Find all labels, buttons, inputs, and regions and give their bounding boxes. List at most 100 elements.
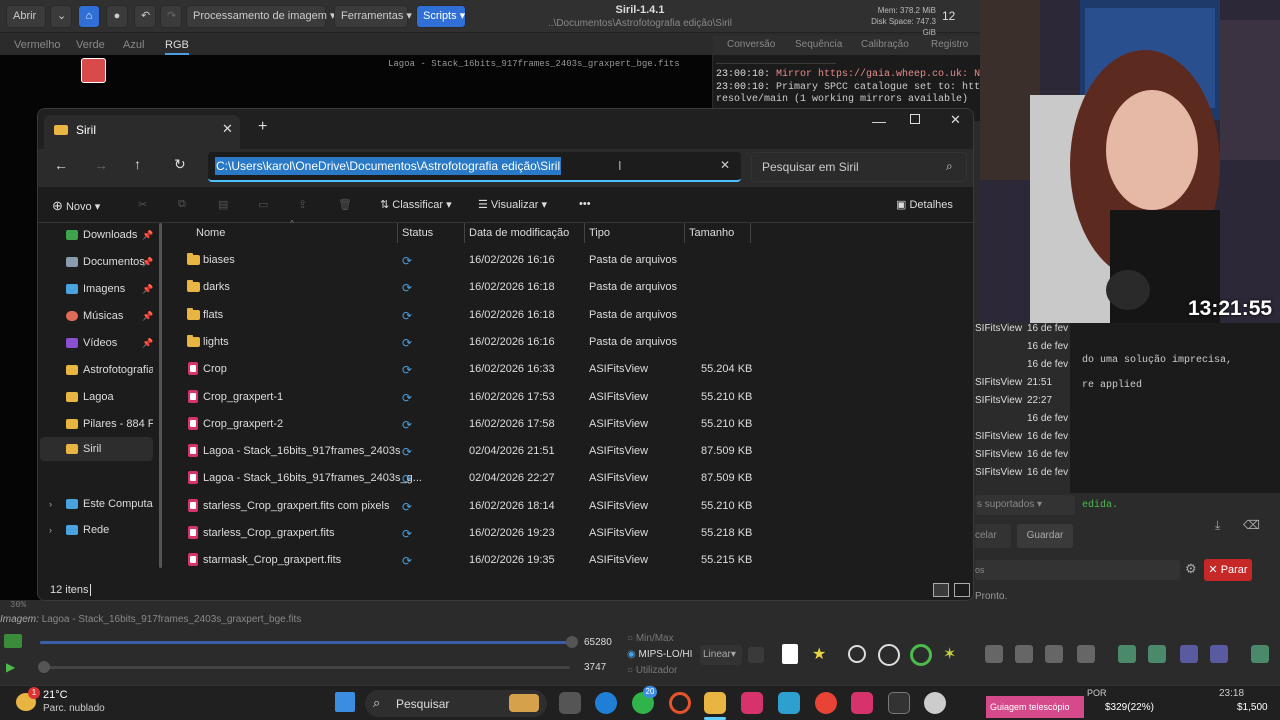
sidebar-item-pictures[interactable]: Imagens 📌 <box>40 277 153 301</box>
close-tab-icon[interactable]: ✕ <box>222 121 233 137</box>
file-explorer-icon[interactable] <box>704 692 726 714</box>
threads-count[interactable]: 12 <box>942 9 955 23</box>
file-row[interactable]: Crop ⟳ 16/02/2026 16:33 ASIFitsView 55.204 K… <box>168 356 752 383</box>
details-button[interactable]: ▣ Detalhes <box>896 198 953 211</box>
column-status[interactable]: Status <box>402 227 433 239</box>
edge-icon[interactable] <box>595 692 617 714</box>
settings-icon[interactable]: ⚙ <box>1185 561 1197 577</box>
search-box[interactable]: Pesquisar em Siril ⌕ <box>751 152 967 182</box>
file-row[interactable]: Lagoa - Stack_16bits_917frames_2403s_g..… <box>168 465 752 492</box>
column-type[interactable]: Tipo <box>589 227 610 239</box>
hi-slider[interactable] <box>40 641 570 644</box>
file-row[interactable]: starless_Crop_graxpert.fits com pixels ⟳ 1… <box>168 493 752 520</box>
minmax-option[interactable]: ○ Min/Max <box>627 633 674 644</box>
rename-icon[interactable]: ▭ <box>258 198 268 211</box>
list-item[interactable]: SIFitsView 16 de fev <box>975 449 1070 467</box>
refresh-icon[interactable]: ↻ <box>174 156 186 173</box>
globe-icon[interactable] <box>878 644 900 666</box>
compass-icon[interactable] <box>1210 645 1228 663</box>
chrome-icon[interactable] <box>815 692 837 714</box>
sidebar-item-network[interactable]: › Rede <box>40 518 153 542</box>
sort-button[interactable]: ⇅ Classificar ▾ <box>380 198 452 211</box>
star-icon[interactable]: ★ <box>812 644 826 664</box>
list-item[interactable]: SIFitsView 16 de fev <box>975 431 1070 449</box>
tab-rgb[interactable]: RGB <box>165 39 189 55</box>
siril-icon[interactable] <box>924 692 946 714</box>
expand-chevron-icon[interactable]: › <box>49 492 52 516</box>
more-options-icon[interactable]: ••• <box>579 198 591 210</box>
file-row[interactable]: starless_Crop_graxpert.fits ⟳ 16/02/2026 1… <box>168 520 752 547</box>
undo-icon[interactable]: ↶ <box>134 5 156 28</box>
supported-select[interactable]: s suportados ▾ <box>975 495 1075 515</box>
column-name[interactable]: Nome <box>196 227 225 239</box>
cancel-button[interactable]: celar <box>975 524 1011 548</box>
cut-icon[interactable]: ✂ <box>138 198 147 211</box>
grid-icon[interactable] <box>1180 645 1198 663</box>
target-icon[interactable] <box>910 644 932 666</box>
snipping-icon[interactable] <box>778 692 800 714</box>
sidebar-item-music[interactable]: Músicas 📌 <box>40 304 153 328</box>
list-item[interactable]: SIFitsView 21:51 <box>975 377 1070 395</box>
mips-option[interactable]: ◉ MIPS-LO/HI <box>627 649 692 660</box>
column-divider[interactable] <box>584 223 585 243</box>
open-button[interactable]: Abrir <box>6 5 46 28</box>
taskbar-search[interactable]: ⌕ Pesquisar <box>365 690 547 717</box>
psf-icon[interactable]: ✶ <box>943 644 956 664</box>
details-view-icon[interactable] <box>933 583 949 597</box>
column-divider[interactable] <box>397 223 398 243</box>
mirror-icon[interactable] <box>1118 645 1136 663</box>
clear-log-icon[interactable]: ⌫ <box>1243 518 1260 532</box>
column-divider[interactable] <box>750 223 751 243</box>
minus-icon[interactable] <box>985 645 1003 663</box>
photometry-icon[interactable] <box>848 645 866 663</box>
processing-menu[interactable]: Processamento de imagem ▾ <box>186 5 335 28</box>
sidebar-scrollbar[interactable] <box>159 223 162 568</box>
play-icon[interactable]: ▶ <box>6 660 20 674</box>
share-icon[interactable]: ⇪ <box>298 198 307 211</box>
expand-chevron-icon[interactable]: › <box>49 518 52 542</box>
terminal-icon[interactable] <box>888 692 910 714</box>
file-row[interactable]: Crop_graxpert-2 ⟳ 16/02/2026 17:58 ASIFitsV… <box>168 411 752 438</box>
user-option[interactable]: ○ Utilizador <box>627 665 678 676</box>
autostretch-icon[interactable] <box>748 647 764 663</box>
file-row[interactable]: flats ⟳ 16/02/2026 16:18 Pasta de arquivos <box>168 302 748 329</box>
list-item[interactable]: SIFitsView 22:27 <box>975 395 1070 413</box>
tiles-view-icon[interactable] <box>954 583 970 597</box>
clear-address-icon[interactable]: ✕ <box>720 158 730 172</box>
annotate-icon[interactable] <box>1251 645 1269 663</box>
display-mode-icon[interactable] <box>782 644 798 664</box>
command-input[interactable]: os <box>975 560 1180 580</box>
hi-slider-handle[interactable] <box>566 636 578 648</box>
view-button[interactable]: ☰ Visualizar ▾ <box>478 198 547 211</box>
tab-registration[interactable]: Registro <box>931 39 968 50</box>
tab-calibration[interactable]: Calibração <box>861 39 909 50</box>
lo-slider-handle[interactable] <box>38 661 50 673</box>
new-tab-icon[interactable]: + <box>258 118 267 136</box>
list-item[interactable]: SIFitsView 16 de fev <box>975 467 1070 485</box>
sidebar-item-downloads[interactable]: Downloads 📌 <box>40 223 153 247</box>
opera-icon[interactable] <box>669 692 691 714</box>
fit-icon[interactable] <box>1045 645 1063 663</box>
flip-icon[interactable] <box>1148 645 1166 663</box>
new-button[interactable]: ⊕ Novo ▾ <box>52 198 100 214</box>
asifitsview-icon[interactable] <box>741 692 763 714</box>
forward-icon[interactable]: → <box>94 157 108 173</box>
address-bar[interactable]: C:\Users\karol\OneDrive\Documentos\Astro… <box>208 152 741 182</box>
redo-icon[interactable]: ↷ <box>160 5 182 28</box>
list-item[interactable]: SIFitsView 16 de fev <box>975 323 1070 341</box>
tab-conversion[interactable]: Conversão <box>727 39 775 50</box>
save-button[interactable]: Guardar <box>1017 524 1073 548</box>
stop-button[interactable]: ✕ Parar <box>1204 559 1252 581</box>
color-preview-icon[interactable] <box>81 58 106 83</box>
explorer-tab[interactable]: Siril ✕ <box>44 115 240 149</box>
address-text[interactable]: C:\Users\karol\OneDrive\Documentos\Astro… <box>215 157 562 175</box>
sidebar-item-astrofotografias[interactable]: Astrofotografias <box>40 358 153 382</box>
language[interactable]: POR <box>1087 688 1107 698</box>
lo-slider[interactable] <box>40 666 570 669</box>
tab-green[interactable]: Verde <box>76 39 105 51</box>
sidebar-item-videos[interactable]: Vídeos 📌 <box>40 331 153 355</box>
up-icon[interactable]: ↑ <box>134 156 141 172</box>
scale-select[interactable]: Linear▾ <box>700 645 742 665</box>
list-item[interactable]: 16 de fev <box>975 413 1070 431</box>
column-date[interactable]: Data de modificação <box>469 227 569 239</box>
